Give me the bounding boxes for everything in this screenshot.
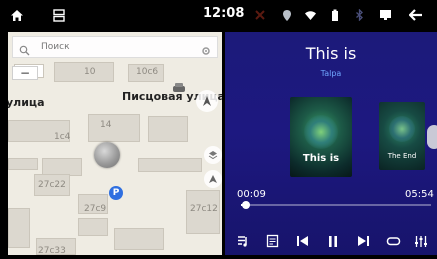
layers-icon bbox=[208, 151, 218, 160]
compass-icon bbox=[203, 96, 211, 106]
total-time: 05:54 bbox=[405, 189, 434, 200]
location-pin-icon bbox=[280, 8, 294, 22]
street-label-left: улица bbox=[8, 96, 45, 109]
clock: 12:08 bbox=[203, 6, 245, 21]
house-number: 27с9 bbox=[84, 204, 107, 214]
repeat-icon[interactable] bbox=[383, 231, 403, 251]
map-building bbox=[8, 208, 30, 248]
artist-name: Talpa bbox=[320, 69, 342, 78]
head-unit-screen: 12:08 улица Писцовая улица 10 10с6 1с4 1… bbox=[0, 0, 437, 259]
parking-icon[interactable]: P bbox=[109, 186, 123, 200]
equalizer-settings-icon[interactable] bbox=[411, 231, 431, 251]
recent-apps-icon[interactable] bbox=[52, 8, 66, 22]
next-track-icon[interactable] bbox=[353, 231, 373, 251]
map-building bbox=[114, 228, 164, 250]
pause-icon[interactable] bbox=[323, 231, 343, 251]
layers-button[interactable] bbox=[204, 146, 222, 164]
house-number: 10с6 bbox=[136, 67, 159, 77]
map-building bbox=[138, 158, 202, 172]
house-number: 27с22 bbox=[38, 180, 66, 190]
elapsed-time: 00:09 bbox=[237, 189, 266, 200]
screen-icon[interactable] bbox=[378, 8, 392, 22]
map-search-input[interactable] bbox=[41, 40, 181, 54]
map-building bbox=[78, 218, 108, 236]
map-search-bar[interactable] bbox=[12, 36, 218, 58]
search-icon bbox=[19, 41, 30, 60]
house-number: 1с4 bbox=[54, 132, 71, 142]
house-number: 14 bbox=[100, 120, 112, 130]
cover-art-graphic bbox=[389, 116, 415, 142]
map-building bbox=[148, 116, 188, 142]
compass-button[interactable] bbox=[196, 90, 218, 112]
navigation-arrow-icon bbox=[209, 175, 217, 183]
cover-side-caption: The End bbox=[387, 152, 417, 160]
playlist-icon[interactable] bbox=[233, 231, 253, 251]
current-position-marker bbox=[94, 142, 120, 168]
car-marker-icon bbox=[172, 79, 186, 98]
album-cover-main[interactable]: This is bbox=[290, 97, 352, 177]
status-bar: 12:08 bbox=[0, 0, 437, 30]
music-player: This is Talpa This is The End 00:09 05:5… bbox=[225, 32, 437, 255]
cover-main-caption: This is bbox=[302, 153, 340, 164]
settings-gear-icon[interactable] bbox=[201, 41, 211, 60]
previous-track-icon[interactable] bbox=[292, 231, 312, 251]
song-title: This is bbox=[305, 44, 357, 63]
parking-label: P bbox=[112, 188, 120, 198]
house-number: 10 bbox=[84, 67, 96, 77]
progress-bar[interactable] bbox=[241, 201, 431, 209]
my-location-button[interactable] bbox=[204, 170, 222, 188]
side-drawer-handle[interactable] bbox=[427, 125, 437, 149]
cover-art-graphic bbox=[304, 115, 338, 149]
wifi-icon bbox=[303, 8, 317, 22]
progress-thumb[interactable] bbox=[241, 201, 250, 209]
zoom-out-button[interactable]: − bbox=[12, 66, 38, 80]
equalizer-list-icon[interactable] bbox=[262, 231, 282, 251]
zoom-out-label: − bbox=[19, 66, 31, 80]
navigation-map[interactable]: улица Писцовая улица 10 10с6 1с4 14 27с2… bbox=[8, 32, 222, 255]
house-number: 27с12 bbox=[190, 204, 218, 214]
warning-icon bbox=[253, 8, 267, 22]
album-cover-next[interactable]: The End bbox=[379, 102, 425, 170]
home-icon[interactable] bbox=[10, 8, 24, 22]
house-number: 27с33 bbox=[38, 246, 66, 255]
bluetooth-icon bbox=[352, 8, 366, 22]
battery-icon bbox=[328, 8, 342, 22]
back-icon[interactable] bbox=[409, 8, 423, 22]
map-building bbox=[8, 158, 38, 170]
map-building bbox=[88, 114, 140, 142]
